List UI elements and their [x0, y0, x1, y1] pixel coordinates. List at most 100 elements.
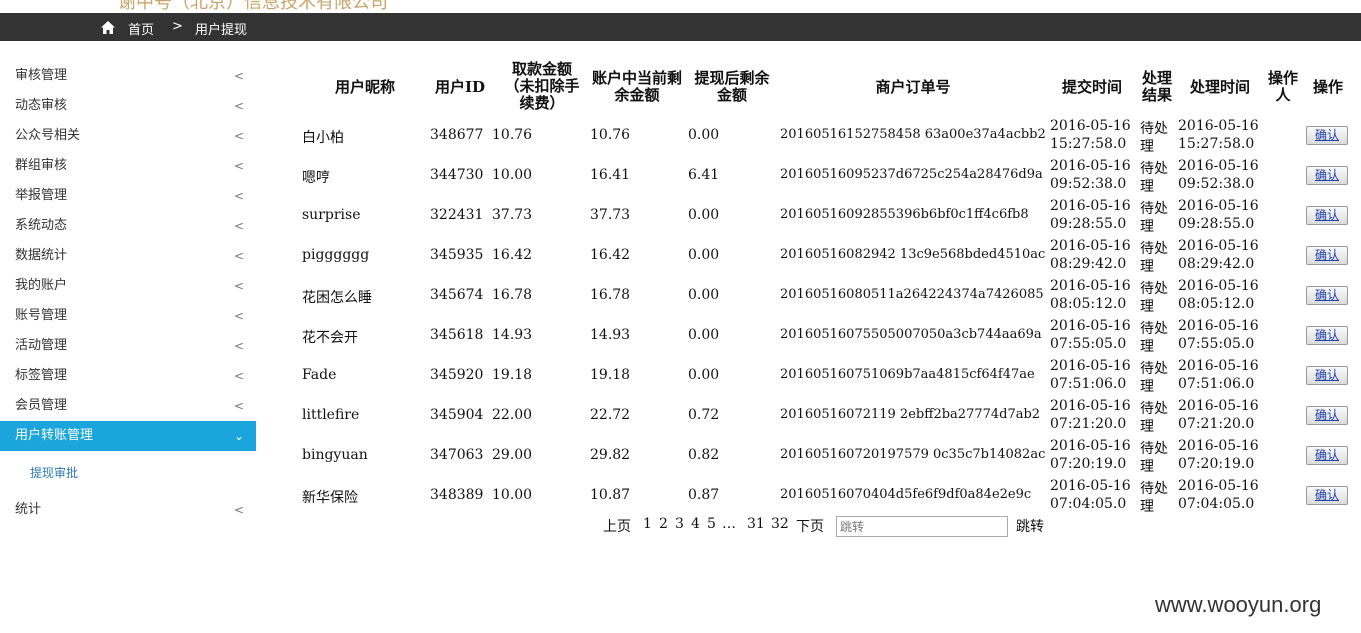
sidebar-item-label: 我的账户 [15, 278, 68, 293]
confirm-button[interactable]: 确认 [1306, 246, 1348, 265]
cell-nickname: surprise [302, 207, 361, 223]
cell-nickname: Fade [302, 367, 337, 383]
jump-page-input[interactable] [836, 516, 1008, 537]
cell-result: 理 [1140, 139, 1154, 155]
cell-after-balance: 0.00 [688, 127, 720, 143]
page-link[interactable]: 32 [771, 516, 789, 532]
cell-order-no: 20160516070404d5fe6f9df0a84e2e9c [780, 487, 1032, 502]
page-link[interactable]: 31 [747, 516, 765, 532]
cell-submit-time: 08:29:42.0 [1050, 256, 1127, 272]
cell-after-balance: 0.00 [688, 207, 720, 223]
cell-nickname: 白小柏 [302, 130, 344, 146]
sidebar-item[interactable]: 数据统计 < [0, 241, 256, 271]
page-link[interactable]: 4 [691, 516, 700, 532]
sidebar-item-label: 活动管理 [15, 338, 68, 353]
sidebar-subitem-withdraw-approval[interactable]: 提现审批 [0, 451, 256, 495]
brand-text: 谢中号（北京）信息技术有限公司 [118, 0, 388, 13]
confirm-button[interactable]: 确认 [1306, 366, 1348, 385]
confirm-button[interactable]: 确认 [1306, 166, 1348, 185]
cell-handle-time: 09:28:55.0 [1178, 216, 1255, 232]
sidebar-item-user-transfer[interactable]: 用户转账管理 ⌄ [0, 421, 256, 451]
column-header: 提交时间 [1061, 78, 1122, 96]
cell-user-id: 345904 [430, 407, 484, 423]
confirm-button[interactable]: 确认 [1306, 206, 1348, 225]
cell-submit-time: 09:28:55.0 [1050, 216, 1127, 232]
confirm-button[interactable]: 确认 [1306, 326, 1348, 345]
cell-handle-time: 08:05:12.0 [1178, 296, 1255, 312]
pagination-ellipsis: … [722, 516, 736, 532]
column-header: 提现后剩余金额 [694, 69, 770, 104]
cell-after-balance: 0.72 [688, 407, 720, 423]
cell-balance: 19.18 [590, 367, 631, 383]
cell-amount: 10.00 [492, 167, 533, 183]
prev-page-link[interactable]: 上页 [603, 516, 631, 536]
cell-user-id: 345618 [430, 327, 484, 343]
cell-nickname: 嗯哼 [302, 170, 330, 186]
cell-nickname: bingyuan [302, 447, 368, 463]
chevron-down-icon: ⌄ [233, 429, 244, 443]
page-link[interactable]: 2 [659, 516, 668, 532]
breadcrumb-separator: > [172, 19, 183, 34]
cell-balance: 37.73 [590, 207, 631, 223]
sidebar-item-label: 审核管理 [15, 68, 68, 83]
cell-order-no: 20160516092855396b6bf0c1ff4c6fb8 [780, 207, 1029, 222]
column-header: 操作 [1312, 78, 1343, 96]
chevron-left-icon: < [233, 369, 244, 383]
confirm-button[interactable]: 确认 [1306, 286, 1348, 305]
breadcrumb-current: 用户提现 [195, 23, 248, 38]
home-icon[interactable] [101, 21, 115, 34]
sidebar-item-label: 动态审核 [15, 98, 68, 113]
cell-result: 待处 [1140, 201, 1168, 217]
current-page: 1 [643, 516, 652, 532]
cell-result: 理 [1140, 339, 1154, 355]
cell-order-no: 20160516152758458 63a00e37a4acbb2 [780, 127, 1046, 142]
cell-handle-time: 07:55:05.0 [1178, 336, 1255, 352]
cell-submit-date: 2016-05-16 [1050, 438, 1131, 454]
sidebar-item[interactable]: 标签管理 < [0, 361, 256, 391]
confirm-button[interactable]: 确认 [1306, 446, 1348, 465]
cell-balance: 10.87 [590, 487, 631, 503]
cell-order-no: 20160516072119 2ebff2ba27774d7ab2 [780, 407, 1041, 422]
sidebar-item[interactable]: 我的账户 < [0, 271, 256, 301]
cell-submit-date: 2016-05-16 [1050, 478, 1131, 494]
sidebar-item-label: 公众号相关 [15, 128, 81, 143]
column-header: 账户中当前剩余金额 [592, 69, 683, 104]
cell-result: 理 [1140, 259, 1154, 275]
chevron-left-icon: < [233, 69, 244, 83]
sidebar-item[interactable]: 举报管理 < [0, 181, 256, 211]
sidebar-item[interactable]: 动态审核 < [0, 91, 256, 121]
confirm-button[interactable]: 确认 [1306, 126, 1348, 145]
cell-submit-date: 2016-05-16 [1050, 278, 1131, 294]
cell-submit-date: 2016-05-16 [1050, 118, 1131, 134]
cell-amount: 29.00 [492, 447, 533, 463]
breadcrumb-home-link[interactable]: 首页 [128, 19, 154, 38]
next-page-link[interactable]: 下页 [796, 516, 824, 536]
cell-submit-time: 09:52:38.0 [1050, 176, 1127, 192]
cell-nickname: littlefire [302, 407, 360, 423]
sidebar-item[interactable]: 会员管理 < [0, 391, 256, 421]
confirm-button[interactable]: 确认 [1306, 406, 1348, 425]
column-header: 用户ID [434, 78, 486, 96]
cell-nickname: pigggggg [302, 247, 370, 263]
confirm-button[interactable]: 确认 [1306, 486, 1348, 505]
sidebar-item[interactable]: 群组审核 < [0, 151, 256, 181]
page-link[interactable]: 5 [707, 516, 716, 532]
cell-order-no: 20160516095237d6725c254a28476d9a [780, 167, 1043, 182]
sidebar-item[interactable]: 公众号相关 < [0, 121, 256, 151]
cell-result: 理 [1140, 419, 1154, 435]
cell-result: 待处 [1140, 121, 1168, 137]
sidebar-item[interactable]: 审核管理 < [0, 61, 256, 91]
sidebar-item-label: 会员管理 [15, 398, 68, 413]
sidebar-item[interactable]: 系统动态 < [0, 211, 256, 241]
sidebar-item-stats[interactable]: 统计 < [0, 495, 256, 525]
cell-order-no: 201605160720197579 0c35c7b14082ac [780, 447, 1046, 462]
jump-button[interactable]: 跳转 [1016, 516, 1044, 536]
breadcrumb: 首页 > 用户提现 [0, 13, 1361, 41]
chevron-left-icon: < [233, 279, 244, 293]
cell-result: 待处 [1140, 161, 1168, 177]
chevron-left-icon: < [233, 399, 244, 413]
sidebar-item[interactable]: 活动管理 < [0, 331, 256, 361]
column-header: 用户昵称 [334, 78, 395, 96]
page-link[interactable]: 3 [675, 516, 684, 532]
sidebar-item[interactable]: 账号管理 < [0, 301, 256, 331]
